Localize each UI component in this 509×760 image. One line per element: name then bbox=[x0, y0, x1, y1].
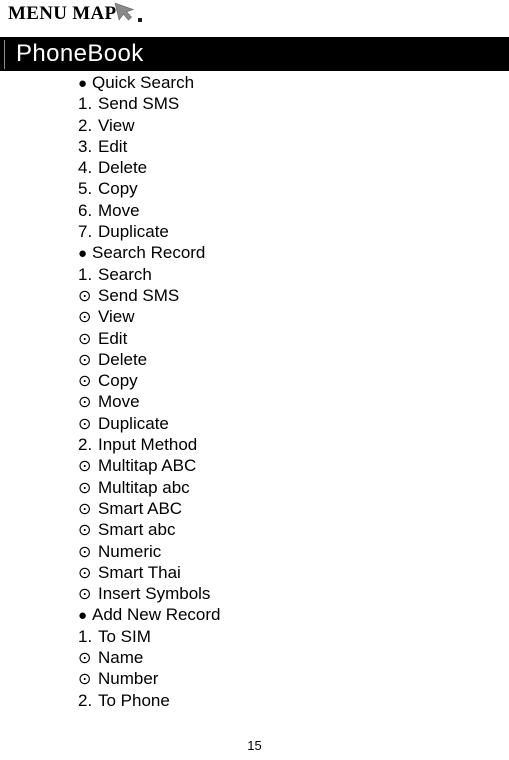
menu-item: ⊙ Edit bbox=[78, 328, 498, 349]
menu-item: 6. Move bbox=[78, 200, 498, 221]
menu-item: ⊙ Name bbox=[78, 647, 498, 668]
menu-item-number: 1. bbox=[78, 626, 93, 646]
menu-item-label: Search Record bbox=[92, 243, 206, 263]
menu-item-number: 4. bbox=[78, 158, 93, 178]
menu-item-number: 2. bbox=[78, 115, 93, 135]
menu-item: ● Search Record bbox=[78, 242, 498, 263]
menu-item-label: Smart ABC bbox=[98, 498, 183, 518]
menu-item: 2. Input Method bbox=[78, 434, 498, 455]
menu-item: ⊙ Smart abc bbox=[78, 519, 498, 540]
menu-item: 7. Duplicate bbox=[78, 221, 498, 242]
title-trailing-dot bbox=[138, 18, 143, 22]
menu-item: ⊙ Move bbox=[78, 391, 498, 412]
menu-item-label: Duplicate bbox=[98, 413, 169, 433]
menu-item: 4. Delete bbox=[78, 157, 498, 178]
menu-item-number: 6. bbox=[78, 200, 93, 220]
page-number: 15 bbox=[247, 738, 262, 753]
menu-item-label: Name bbox=[98, 648, 144, 668]
menu-item-label: Edit bbox=[98, 328, 128, 348]
menu-item-label: Smart abc bbox=[98, 520, 176, 540]
menu-item-number: 2. bbox=[78, 690, 93, 710]
menu-item-number: 5. bbox=[78, 179, 93, 199]
menu-item-bullet-icon: ⊙ bbox=[78, 330, 92, 348]
menu-item-bullet-icon: ⊙ bbox=[78, 522, 92, 540]
menu-item: ⊙ Smart ABC bbox=[78, 498, 498, 519]
menu-item: ⊙ Multitap ABC bbox=[78, 455, 498, 476]
menu-item-number: 1. bbox=[78, 264, 93, 284]
menu-item: 3. Edit bbox=[78, 136, 498, 157]
menu-item: ⊙ Smart Thai bbox=[78, 562, 498, 583]
menu-map-list: ● Quick Search 1. Send SMS 2. View 3. Edit 4. Del… bbox=[78, 72, 498, 711]
document-title-row: MENU MAP bbox=[8, 0, 143, 27]
menu-item-label: Copy bbox=[98, 371, 138, 391]
menu-item-number: 7. bbox=[78, 222, 93, 242]
menu-item-label: Input Method bbox=[98, 435, 198, 455]
page-title: MENU MAP bbox=[8, 3, 117, 24]
menu-item-label: Search bbox=[98, 264, 152, 284]
menu-item-bullet-icon: ⊙ bbox=[78, 287, 92, 305]
menu-item-bullet-icon: ⊙ bbox=[78, 479, 92, 497]
section-header-label: PhoneBook bbox=[16, 40, 144, 67]
menu-item-label: Copy bbox=[98, 179, 138, 199]
menu-item: ● Add New Record bbox=[78, 604, 498, 625]
menu-item: ⊙ Number bbox=[78, 668, 498, 689]
menu-item-label: Edit bbox=[98, 136, 128, 156]
menu-item-label: View bbox=[98, 307, 135, 327]
menu-item-bullet-icon: ⊙ bbox=[78, 650, 92, 668]
menu-item-number: 3. bbox=[78, 136, 93, 156]
menu-item: ⊙ Insert Symbols bbox=[78, 583, 498, 604]
menu-item: ⊙ View bbox=[78, 306, 498, 327]
menu-item: ⊙ Delete bbox=[78, 349, 498, 370]
menu-item-label: Numeric bbox=[98, 541, 162, 561]
menu-item-label: View bbox=[98, 115, 135, 135]
menu-item-label: To SIM bbox=[98, 626, 151, 646]
menu-item-bullet-icon: ⊙ bbox=[78, 373, 92, 391]
menu-item-bullet-icon: ⊙ bbox=[78, 415, 92, 433]
menu-item: ⊙ Copy bbox=[78, 370, 498, 391]
menu-item-label: Insert Symbols bbox=[98, 584, 211, 604]
menu-item-bullet-icon: ⊙ bbox=[78, 500, 92, 518]
menu-item-bullet-icon: ⊙ bbox=[78, 351, 92, 369]
menu-item-bullet-icon: ⊙ bbox=[78, 543, 92, 561]
menu-item-label: Delete bbox=[98, 349, 148, 369]
menu-item-number: 1. bbox=[78, 94, 93, 114]
menu-item: ⊙ Send SMS bbox=[78, 285, 498, 306]
menu-item: ⊙ Duplicate bbox=[78, 413, 498, 434]
menu-item: ⊙ Multitap abc bbox=[78, 477, 498, 498]
menu-item-label: Duplicate bbox=[98, 222, 169, 242]
menu-item-label: Move bbox=[98, 392, 140, 412]
menu-item-label: Multitap abc bbox=[98, 477, 190, 497]
menu-item-label: Send SMS bbox=[98, 285, 180, 305]
menu-item: 2. To Phone bbox=[78, 690, 498, 711]
menu-item-number: 2. bbox=[78, 435, 93, 455]
arrow-cursor-icon bbox=[114, 0, 140, 23]
menu-item-label: To Phone bbox=[98, 690, 170, 710]
menu-item: 1. Send SMS bbox=[78, 93, 498, 114]
menu-item-label: Smart Thai bbox=[98, 562, 181, 582]
menu-item-bullet-icon: ● bbox=[78, 245, 88, 263]
section-header-bar: PhoneBook bbox=[0, 37, 509, 71]
menu-item-bullet-icon: ⊙ bbox=[78, 458, 92, 476]
section-header-left-rule bbox=[4, 40, 5, 69]
menu-item-label: Delete bbox=[98, 158, 148, 178]
menu-item-bullet-icon: ⊙ bbox=[78, 394, 92, 412]
menu-item: 2. View bbox=[78, 115, 498, 136]
menu-item: ● Quick Search bbox=[78, 72, 498, 93]
menu-item: 1. Search bbox=[78, 264, 498, 285]
menu-item-bullet-icon: ⊙ bbox=[78, 309, 92, 327]
menu-item: 5. Copy bbox=[78, 178, 498, 199]
menu-item-label: Multitap ABC bbox=[98, 456, 197, 476]
menu-item-label: Send SMS bbox=[98, 94, 180, 114]
menu-item-bullet-icon: ⊙ bbox=[78, 671, 92, 689]
menu-item-label: Add New Record bbox=[92, 605, 221, 625]
menu-item-bullet-icon: ⊙ bbox=[78, 564, 92, 582]
menu-item-label: Number bbox=[98, 669, 159, 689]
menu-item-bullet-icon: ● bbox=[78, 607, 88, 625]
menu-item: ⊙ Numeric bbox=[78, 541, 498, 562]
menu-item-bullet-icon: ⊙ bbox=[78, 586, 92, 604]
menu-item: 1. To SIM bbox=[78, 626, 498, 647]
menu-item-bullet-icon: ● bbox=[78, 75, 88, 92]
menu-item-label: Quick Search bbox=[92, 73, 195, 92]
menu-item-label: Move bbox=[98, 200, 140, 220]
